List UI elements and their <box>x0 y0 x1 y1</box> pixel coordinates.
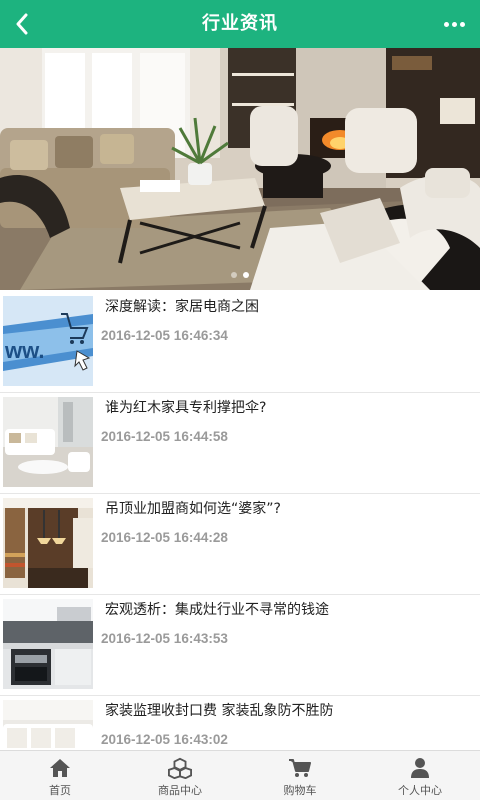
cart-icon <box>289 759 311 777</box>
living-room-image <box>0 48 480 290</box>
news-title: 宏观透析：集成灶行业不寻常的钱途 <box>105 602 329 618</box>
news-item[interactable]: 家装监理收封口费 家装乱象防不胜防 2016-12-05 16:43:02 <box>0 696 480 750</box>
white-sofa-thumbnail <box>3 700 93 750</box>
svg-text:ww.: ww. <box>4 338 45 363</box>
news-thumbnail <box>3 599 93 689</box>
news-title: 深度解读：家居电商之困 <box>105 299 259 315</box>
cubes-icon <box>168 757 192 779</box>
bottom-tab-bar: 首页 商品中心 购物车 个人中心 <box>0 750 480 800</box>
news-item[interactable]: 吊顶业加盟商如何选“婆家”? 2016-12-05 16:44:28 <box>0 494 480 595</box>
tab-profile-label: 个人中心 <box>398 784 442 797</box>
news-time: 2016-12-05 16:46:34 <box>101 328 228 343</box>
app-screen: 行业资讯 ww. 深度解读：家居电商之困 2016-12-05 16:46:34… <box>0 0 480 800</box>
white-living-room-thumbnail <box>3 397 93 487</box>
banner-carousel[interactable] <box>0 48 480 290</box>
news-thumbnail: ww. <box>3 296 93 386</box>
news-title: 吊顶业加盟商如何选“婆家”? <box>105 501 281 517</box>
news-item[interactable]: 谁为红木家具专利撑把伞? 2016-12-05 16:44:58 <box>0 393 480 494</box>
news-item[interactable]: ww. 深度解读：家居电商之困 2016-12-05 16:46:34 <box>0 292 480 393</box>
more-button[interactable] <box>440 14 468 34</box>
tab-products[interactable]: 商品中心 <box>120 751 240 800</box>
news-time: 2016-12-05 16:43:02 <box>101 732 228 747</box>
tab-cart[interactable]: 购物车 <box>240 751 360 800</box>
news-list: ww. 深度解读：家居电商之困 2016-12-05 16:46:34 谁为红木… <box>0 292 480 750</box>
kitchen-stove-thumbnail <box>3 599 93 689</box>
tab-products-label: 商品中心 <box>158 784 202 797</box>
news-time: 2016-12-05 16:44:28 <box>101 530 228 545</box>
tab-home-label: 首页 <box>49 784 71 797</box>
user-icon <box>411 758 429 778</box>
news-thumbnail <box>3 397 93 487</box>
news-title: 家装监理收封口费 家装乱象防不胜防 <box>105 703 334 719</box>
tab-cart-label: 购物车 <box>283 784 317 797</box>
news-title: 谁为红木家具专利撑把伞? <box>105 400 267 416</box>
ecommerce-cart-thumbnail: ww. <box>3 296 93 386</box>
carousel-indicators <box>0 272 480 278</box>
news-time: 2016-12-05 16:44:58 <box>101 429 228 444</box>
wood-interior-thumbnail <box>3 498 93 588</box>
carousel-dot[interactable] <box>231 272 237 278</box>
more-horizontal-icon <box>443 21 449 27</box>
top-bar: 行业资讯 <box>0 0 480 48</box>
news-thumbnail <box>3 498 93 588</box>
tab-profile[interactable]: 个人中心 <box>360 751 480 800</box>
news-item[interactable]: 宏观透析：集成灶行业不寻常的钱途 2016-12-05 16:43:53 <box>0 595 480 696</box>
tab-home[interactable]: 首页 <box>0 751 120 800</box>
news-thumbnail <box>3 700 93 750</box>
carousel-dot-active[interactable] <box>243 272 249 278</box>
news-time: 2016-12-05 16:43:53 <box>101 631 228 646</box>
home-icon <box>50 759 70 777</box>
page-title: 行业资讯 <box>202 13 278 34</box>
